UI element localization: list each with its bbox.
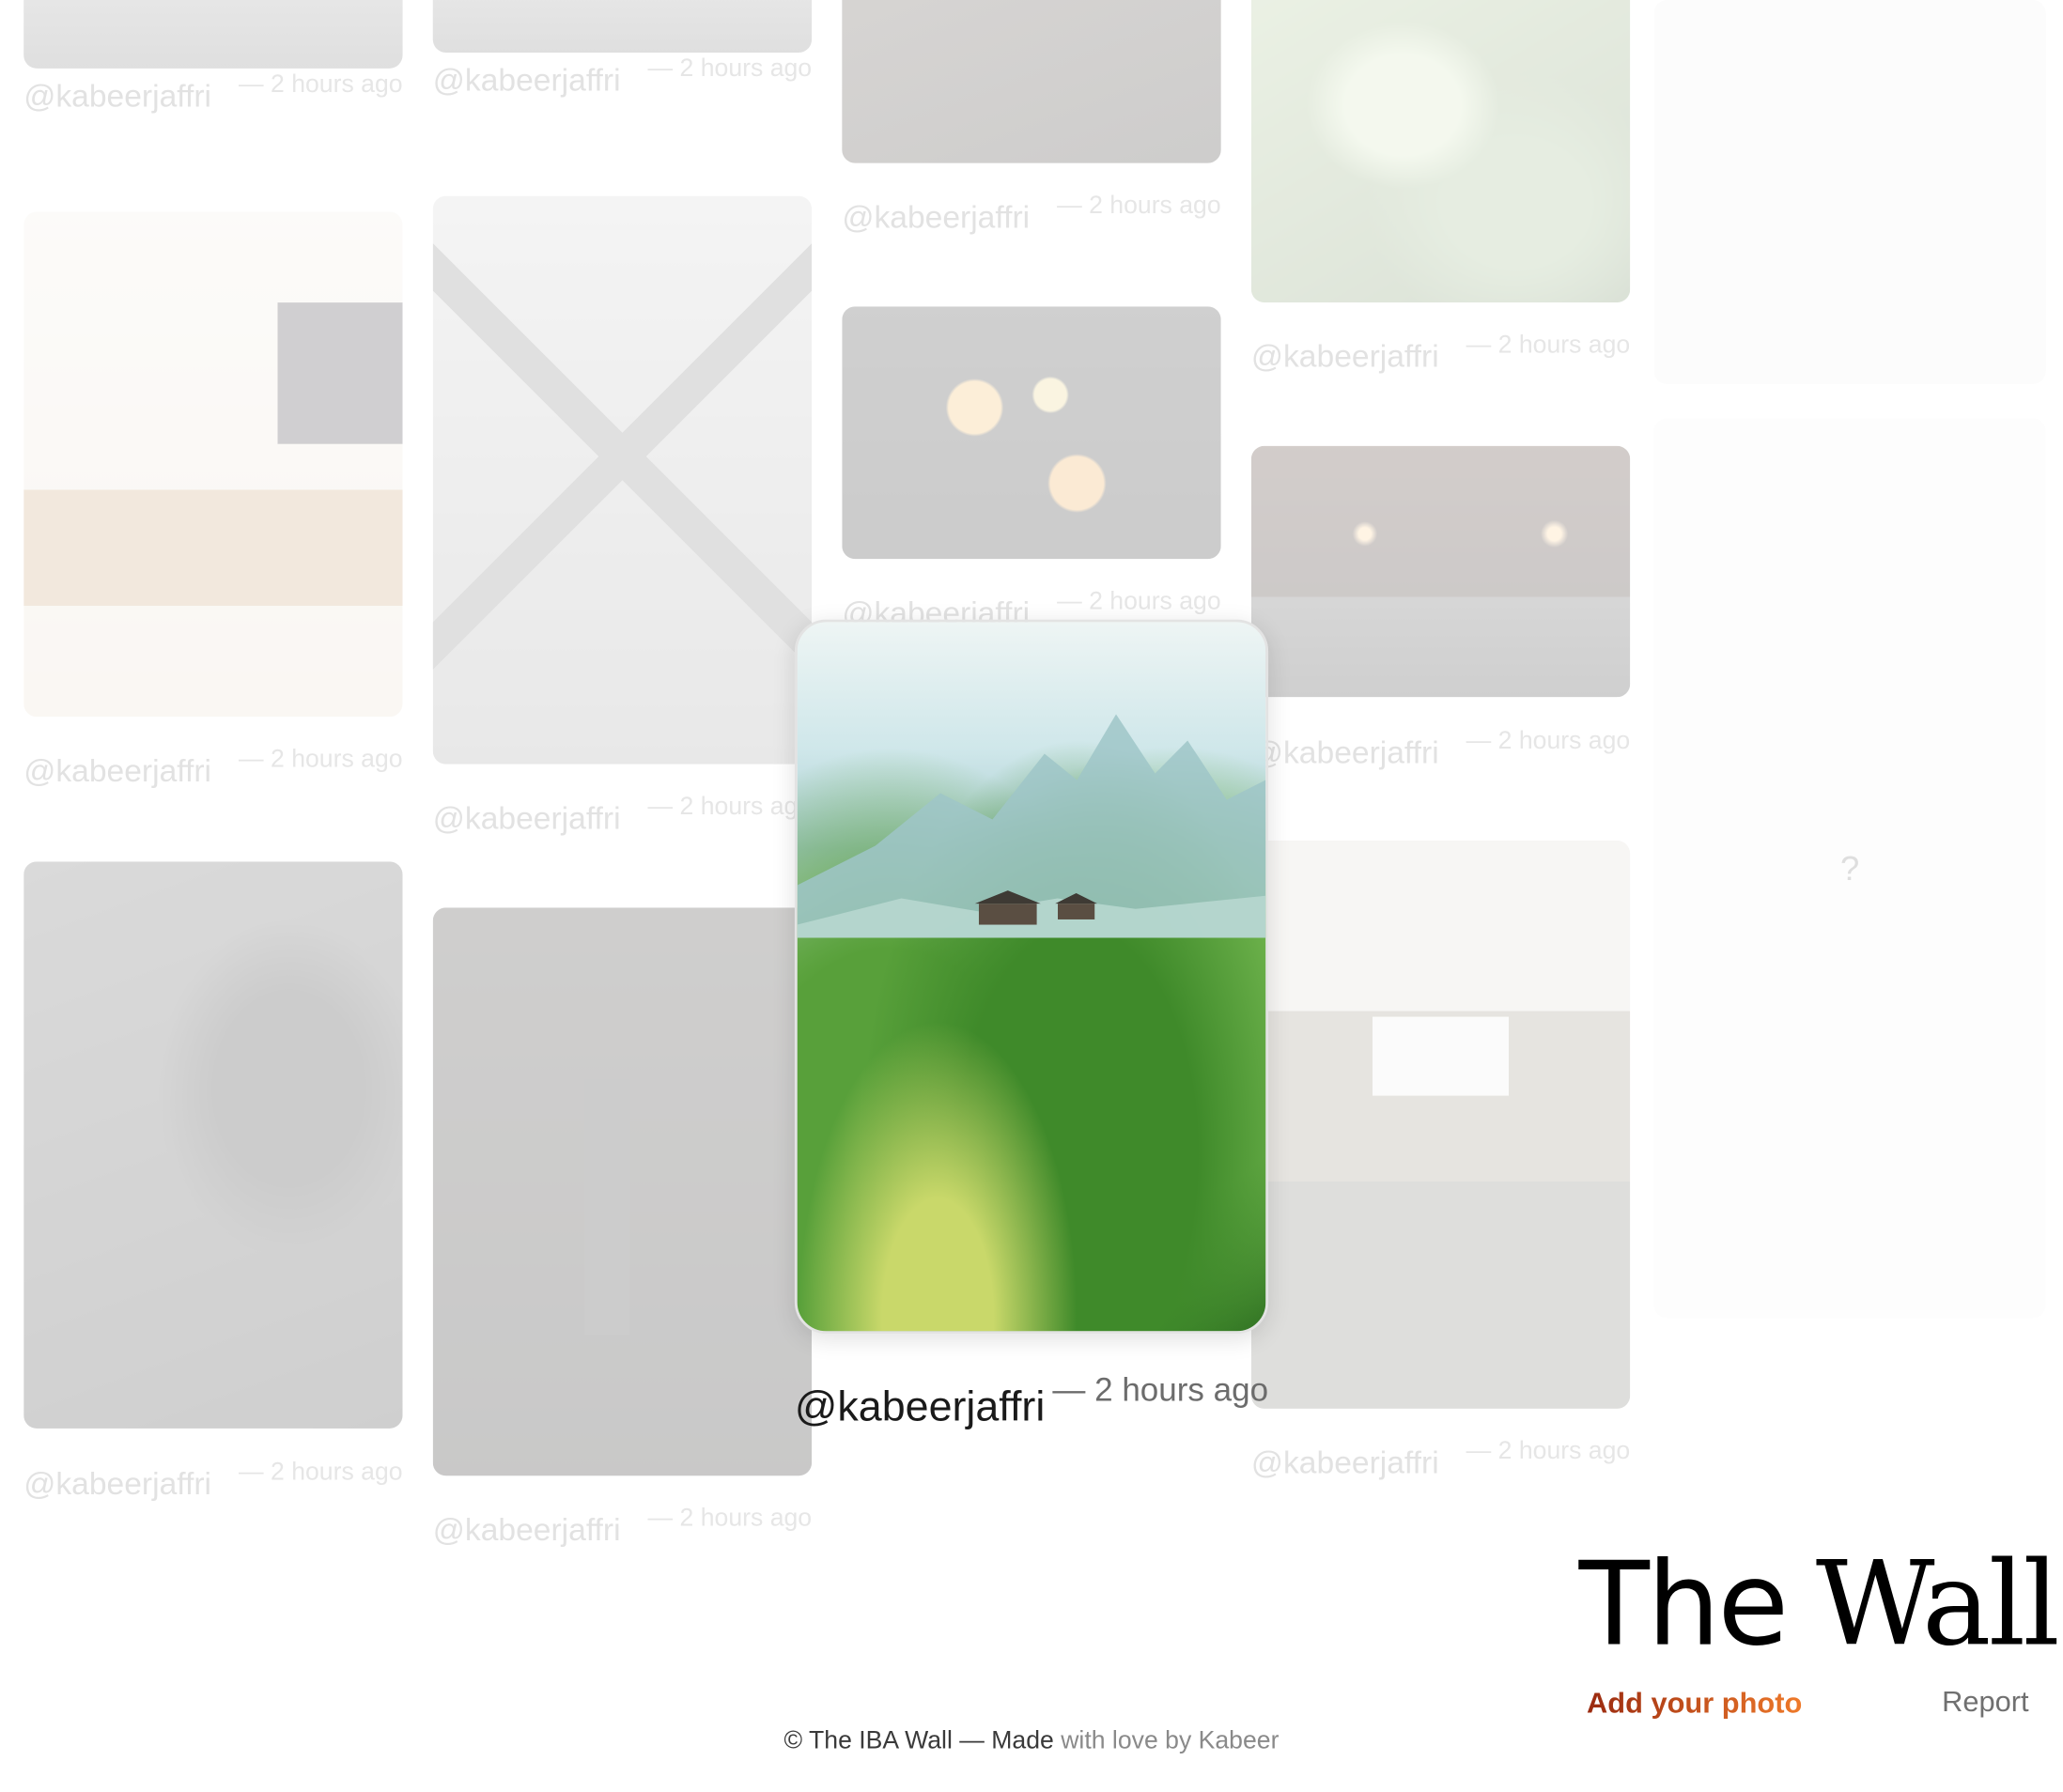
site-title-part1: The	[1578, 1536, 1790, 1673]
photo-card[interactable]: @kabeerjaffri — 2 hours ago	[842, 0, 1221, 237]
photo-card[interactable]: @kabeerjaffri — 2 hours ago	[432, 0, 813, 131]
photo-image[interactable]	[842, 0, 1221, 163]
site-title-part2: Wall	[1815, 1536, 2060, 1673]
focused-photo-card[interactable]: @kabeerjaffri — 2 hours ago	[794, 619, 1269, 1435]
post-time: — 2 hours ago	[1052, 1371, 1269, 1409]
photo-caption: @kabeerjaffri — 2 hours ago	[23, 71, 402, 116]
report-link[interactable]: Report	[1942, 1685, 2028, 1719]
author-username[interactable]: @kabeerjaffri	[23, 79, 211, 116]
photo-image[interactable]	[23, 861, 403, 1429]
post-time: — 2 hours ago	[1466, 727, 1631, 755]
post-time: — 2 hours ago	[238, 1459, 403, 1487]
post-time: — 2 hours ago	[238, 746, 403, 774]
author-username[interactable]: @kabeerjaffri	[1251, 735, 1439, 772]
photo-image[interactable]	[23, 0, 403, 69]
post-time: — 2 hours ago	[1466, 1437, 1631, 1466]
photo-caption: @kabeerjaffri — 2 hours ago	[23, 746, 402, 790]
footer-credit[interactable]: with love by Kabeer	[1061, 1727, 1279, 1754]
photo-card[interactable]: @kabeerjaffri — 2 hours ago	[1250, 0, 1631, 381]
post-time: — 2 hours ago	[238, 70, 403, 100]
post-time: — 2 hours ago	[1466, 331, 1631, 360]
photo-card[interactable]: @kabeerjaffri — 2 hours ago	[23, 861, 403, 1506]
author-username[interactable]: @kabeerjaffri	[1251, 1445, 1439, 1482]
photo-card[interactable]: @kabeerjaffri — 2 hours ago	[23, 211, 403, 790]
post-time: — 2 hours ago	[647, 1505, 813, 1533]
photo-placeholder: ?	[1653, 418, 2046, 1319]
photo-card[interactable]: @kabeerjaffri — 2 hours ago	[432, 907, 813, 1552]
photo-image[interactable]	[432, 907, 813, 1476]
photo-card[interactable]: @kabeerjaffri — 2 hours ago	[432, 195, 813, 841]
photo-image[interactable]	[432, 195, 813, 765]
author-username[interactable]: @kabeerjaffri	[433, 1513, 621, 1550]
photo-caption: @kabeerjaffri — 2 hours ago	[1251, 1438, 1630, 1482]
author-username[interactable]: @kabeerjaffri	[23, 1467, 211, 1504]
author-username[interactable]: @kabeerjaffri	[1251, 339, 1439, 376]
author-username[interactable]: @kabeerjaffri	[23, 753, 211, 790]
photo-caption: @kabeerjaffri — 2 hours ago	[23, 1459, 402, 1504]
footer: © The IBA Wall — Made with love by Kabee…	[0, 1727, 2063, 1756]
photo-card[interactable]: @kabeerjaffri — 2 hours ago	[1250, 840, 1631, 1485]
site-title: The Wall	[1578, 1536, 2060, 1673]
author-username[interactable]: @kabeerjaffri	[433, 63, 621, 100]
post-time: — 2 hours ago	[647, 793, 813, 821]
footer-text: © The IBA Wall — Made	[783, 1726, 1062, 1755]
photo-caption: @kabeerjaffri — 2 hours ago	[1251, 727, 1630, 772]
photo-image[interactable]	[1250, 445, 1631, 698]
photo-caption: @kabeerjaffri — 2 hours ago	[842, 192, 1220, 237]
photo-image[interactable]	[1250, 840, 1631, 1409]
photo-image[interactable]	[23, 211, 403, 718]
photo-card[interactable]: @kabeerjaffri — 2 hours ago	[842, 306, 1221, 635]
photo-card[interactable]: @kabeerjaffri — 2 hours ago	[23, 0, 403, 145]
focused-photo-caption: @kabeerjaffri — 2 hours ago	[795, 1372, 1268, 1431]
photo-card[interactable]: @kabeerjaffri — 2 hours ago	[1250, 445, 1631, 775]
cabins-illustration	[974, 890, 1098, 925]
photo-caption: @kabeerjaffri — 2 hours ago	[1251, 332, 1630, 376]
wall-page: @kabeerjaffri — 2 hours ago @kabeerjaffr…	[0, 0, 2063, 1792]
author-username[interactable]: @kabeerjaffri	[433, 801, 621, 838]
focused-photo-image[interactable]	[794, 619, 1269, 1335]
post-time: — 2 hours ago	[1057, 192, 1221, 220]
unknown-photo-symbol: ?	[1839, 847, 1860, 888]
post-time: — 2 hours ago	[1057, 588, 1221, 616]
photo-placeholder	[1653, 0, 2046, 384]
photo-caption: @kabeerjaffri — 2 hours ago	[433, 794, 812, 838]
add-photo-link[interactable]: Add your photo	[1587, 1686, 1802, 1720]
photo-image[interactable]	[842, 306, 1221, 560]
photo-caption: @kabeerjaffri — 2 hours ago	[433, 1505, 812, 1550]
author-username[interactable]: @kabeerjaffri	[842, 200, 1030, 237]
post-time: — 2 hours ago	[647, 54, 813, 84]
photo-image[interactable]	[1250, 0, 1631, 303]
photo-image[interactable]	[432, 0, 813, 54]
photo-caption: @kabeerjaffri — 2 hours ago	[433, 55, 812, 100]
author-username[interactable]: @kabeerjaffri	[795, 1383, 1045, 1431]
